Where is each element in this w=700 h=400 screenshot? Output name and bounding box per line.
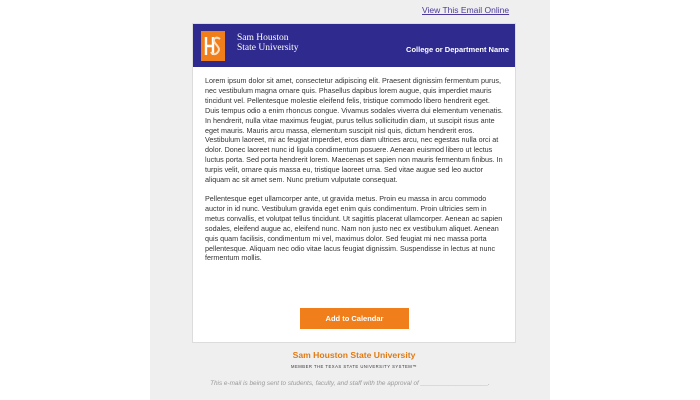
- university-logo-text: Sam Houston State University: [237, 33, 298, 53]
- body-paragraph-2: Pellentesque eget ullamcorper ante, ut g…: [205, 193, 503, 263]
- logo-line-1: Sam Houston: [237, 33, 289, 43]
- footer-member-line: MEMBER THE TEXAS STATE UNIVERSITY SYSTEM…: [291, 364, 417, 369]
- email-body: Lorem ipsum dolor sit amet, consectetur …: [205, 76, 505, 272]
- department-name: College or Department Name: [406, 45, 509, 54]
- footer-disclaimer: This e-mail is being sent to students, f…: [210, 380, 490, 387]
- add-to-calendar-button[interactable]: Add to Calendar: [300, 308, 409, 329]
- view-online-link[interactable]: View This Email Online: [422, 5, 509, 15]
- body-paragraph-1: Lorem ipsum dolor sit amet, consectetur …: [205, 76, 503, 185]
- email-card: Sam Houston State University College or …: [192, 23, 516, 343]
- shsu-monogram-icon: [201, 31, 225, 61]
- email-header: Sam Houston State University College or …: [193, 24, 515, 67]
- logo-line-2: State University: [237, 43, 299, 53]
- footer-university-name: Sam Houston State University: [292, 350, 416, 360]
